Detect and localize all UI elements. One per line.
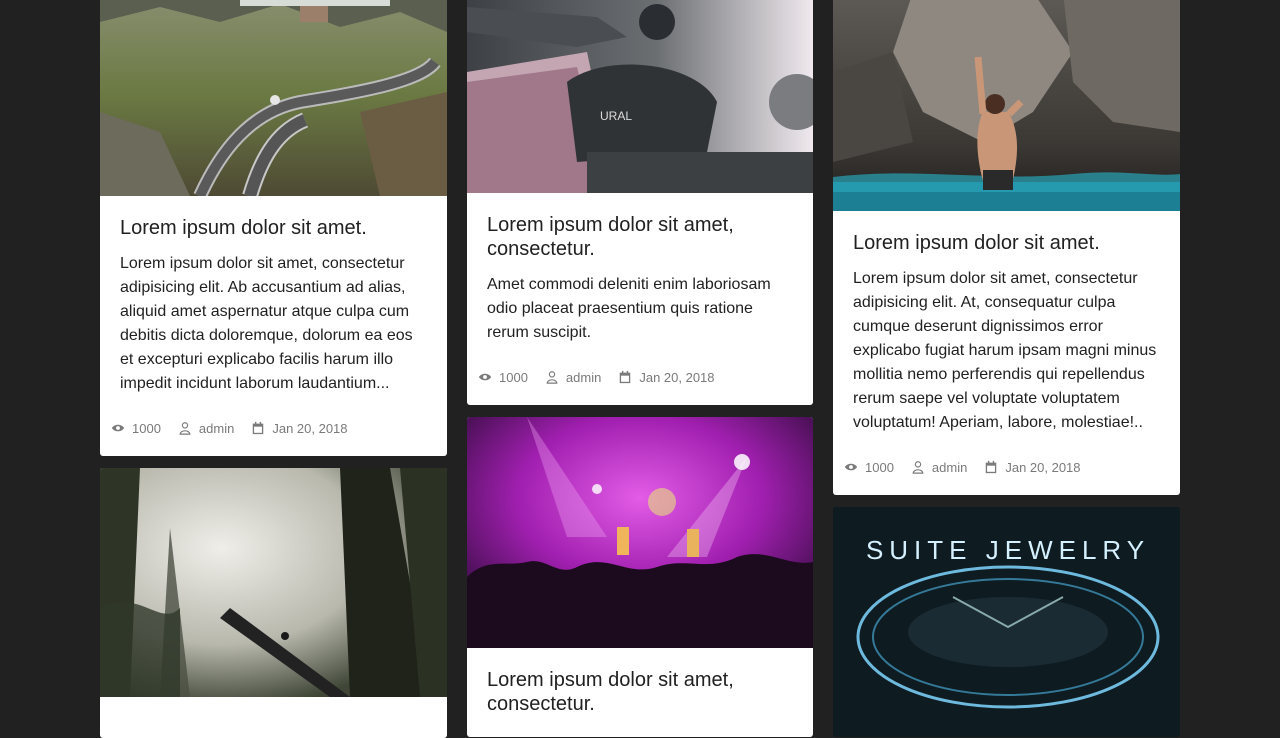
post-excerpt: Lorem ipsum dolor sit amet, consectetur … [120,255,413,392]
post-card[interactable]: Lorem ipsum dolor sit amet. Lorem ipsum … [100,0,447,456]
post-image-motorcycle[interactable]: URAL [467,0,813,193]
post-title[interactable]: Lorem ipsum dolor sit amet. [853,231,1160,255]
view-count: 1000 [499,369,528,385]
post-meta: 1000 admin Jan 20, 2018 [467,367,813,387]
post-excerpt: Amet commodi deleniti enim laboriosam od… [487,276,771,341]
view-count: 1000 [132,420,161,436]
post-image-forest[interactable] [100,468,447,697]
post-title[interactable]: Lorem ipsum dolor sit amet. [120,216,427,240]
post-card[interactable]: Lorem ipsum dolor sit amet. Lorem ipsum … [833,0,1180,495]
post-author[interactable]: admin [932,460,967,475]
post-author[interactable]: admin [566,370,601,385]
post-author[interactable]: admin [199,421,234,436]
post-card[interactable]: URAL Lorem ipsum dolor sit amet, consect… [467,0,813,405]
post-date: Jan 20, 2018 [1005,459,1081,475]
post-title[interactable]: Lorem ipsum dolor sit amet, consectetur. [487,213,793,261]
post-card[interactable]: Lorem ipsum dolor sit amet, consectetur. [467,417,813,737]
calendar-icon [617,369,633,385]
post-image-cliff-climber[interactable] [833,0,1180,211]
neon-sign-text: SUITE JEWELRY [866,535,1150,565]
post-excerpt: Lorem ipsum dolor sit amet, consectetur … [853,270,1157,431]
post-date: Jan 20, 2018 [272,420,348,436]
post-title[interactable]: Lorem ipsum dolor sit amet, consectetur. [487,668,793,716]
post-meta: 1000 admin Jan 20, 2018 [100,418,447,438]
post-card[interactable] [100,468,447,738]
user-icon [910,459,926,475]
motorcycle-brand: URAL [600,109,632,123]
post-image-mountain-road[interactable] [100,0,447,196]
user-icon [177,420,193,436]
calendar-icon [250,420,266,436]
user-icon [544,369,560,385]
eye-icon [843,459,859,475]
eye-icon [110,420,126,436]
post-meta: 1000 admin Jan 20, 2018 [833,457,1180,477]
post-image-neon-sign[interactable]: SUITE JEWELRY [833,507,1180,737]
calendar-icon [983,459,999,475]
view-count: 1000 [865,459,894,475]
eye-icon [477,369,493,385]
post-image-concert[interactable] [467,417,813,648]
post-card[interactable]: SUITE JEWELRY [833,507,1180,737]
post-date: Jan 20, 2018 [639,369,715,385]
